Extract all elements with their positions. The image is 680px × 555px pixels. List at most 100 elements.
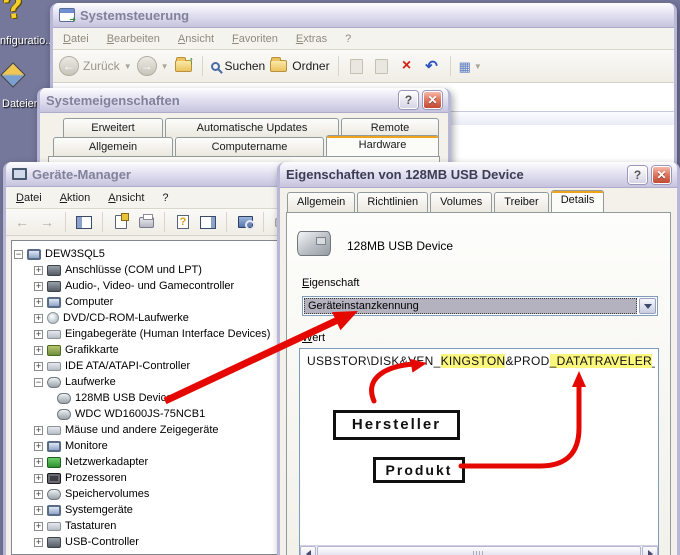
tab-allgemein[interactable]: Allgemein	[53, 137, 173, 156]
control-panel-titlebar[interactable]: Systemsteuerung	[53, 3, 674, 28]
value-box[interactable]: USBSTOR\DISK&VEN_KINGSTON&PROD_DATATRAVE…	[299, 348, 659, 555]
menu-favoriten[interactable]: Favoriten	[232, 33, 278, 45]
update-driver-button[interactable]	[235, 212, 255, 232]
help-question-desktop-icon[interactable]: ?	[0, 0, 26, 28]
printer-icon	[138, 213, 154, 228]
search-button[interactable]: Suchen	[210, 56, 265, 76]
tab-treiber[interactable]: Treiber	[494, 192, 549, 212]
menu-hilfe[interactable]: ?	[162, 192, 168, 204]
menu-hilfe[interactable]: ?	[345, 33, 351, 45]
expand-icon[interactable]: +	[34, 265, 43, 275]
expand-icon[interactable]: +	[34, 505, 43, 515]
expand-icon[interactable]: +	[34, 537, 43, 547]
expand-icon[interactable]: +	[34, 329, 43, 339]
tree-row-usb-device[interactable]: 128MB USB Device	[12, 390, 283, 406]
show-action-pane-button[interactable]	[198, 212, 218, 232]
views-button[interactable]: ▦ ▼	[459, 56, 482, 76]
close-button[interactable]: ✕	[423, 91, 442, 109]
scroll-left-icon[interactable]	[300, 546, 316, 555]
collapse-icon[interactable]: −	[14, 249, 23, 259]
copy-to-button[interactable]	[372, 56, 392, 76]
tree-row[interactable]: + Systemgeräte	[12, 502, 283, 518]
usb-properties-titlebar[interactable]: Eigenschaften von 128MB USB Device ? ✕	[280, 162, 677, 188]
expand-icon[interactable]: +	[34, 473, 43, 483]
usb-controller-icon	[47, 536, 61, 548]
chevron-down-icon[interactable]	[639, 298, 656, 314]
tree-row[interactable]: + Anschlüsse (COM und LPT)	[12, 262, 283, 278]
usb-properties-dialog: Eigenschaften von 128MB USB Device ? ✕ A…	[277, 162, 680, 555]
help-button[interactable]: ?	[173, 212, 193, 232]
expand-icon[interactable]: +	[34, 361, 43, 371]
tab-computername[interactable]: Computername	[175, 137, 324, 156]
tree-row[interactable]: + IDE ATA/ATAPI-Controller	[12, 358, 283, 374]
tree-row[interactable]: − DEW3SQL5	[12, 246, 283, 262]
tree-row[interactable]: + Netzwerkadapter	[12, 454, 283, 470]
tree-row[interactable]: + Eingabegeräte (Human Interface Devices…	[12, 326, 283, 342]
desktop-icon-label[interactable]: nfiguratio...	[0, 35, 56, 47]
expand-icon[interactable]: +	[34, 457, 43, 467]
device-manager-titlebar[interactable]: Geräte-Manager	[6, 162, 288, 187]
forward-button[interactable]: → ▼	[136, 56, 169, 76]
menu-extras[interactable]: Extras	[296, 33, 327, 45]
menu-bearbeiten[interactable]: Bearbeiten	[107, 33, 160, 45]
collapse-icon[interactable]: −	[34, 377, 43, 387]
expand-icon[interactable]: +	[34, 441, 43, 451]
tab-details[interactable]: Details	[550, 190, 605, 212]
print-button[interactable]	[136, 212, 156, 232]
system-properties-titlebar[interactable]: Systemeigenschaften ? ✕	[40, 88, 448, 113]
tree-row[interactable]: + Monitore	[12, 438, 283, 454]
expand-icon[interactable]: +	[34, 313, 43, 323]
menu-ansicht[interactable]: Ansicht	[178, 33, 214, 45]
tree-row[interactable]: + Mäuse und andere Zeigegeräte	[12, 422, 283, 438]
properties-button[interactable]	[111, 212, 131, 232]
help-titlebar-button[interactable]: ?	[628, 165, 647, 184]
tree-row[interactable]: + DVD/CD-ROM-Laufwerke	[12, 310, 283, 326]
files-desktop-icon[interactable]	[0, 62, 26, 88]
move-to-button[interactable]	[347, 56, 367, 76]
tree-row[interactable]: + Prozessoren	[12, 470, 283, 486]
horizontal-scrollbar[interactable]	[300, 545, 658, 555]
expand-icon[interactable]: +	[34, 425, 43, 435]
menu-aktion[interactable]: Aktion	[60, 192, 91, 204]
back-button[interactable]: ←	[12, 212, 32, 232]
tab-richtlinien[interactable]: Richtlinien	[357, 192, 429, 212]
up-button[interactable]: ↑	[174, 55, 194, 76]
copy-to-icon	[375, 58, 389, 74]
back-button[interactable]: ← Zurück ▼	[59, 56, 132, 76]
tree-row[interactable]: + Computer	[12, 294, 283, 310]
back-dropdown-icon[interactable]: ▼	[124, 62, 132, 71]
tree-row[interactable]: + Speichervolumes	[12, 486, 283, 502]
tree-row[interactable]: + Grafikkarte	[12, 342, 283, 358]
menu-datei[interactable]: Datei	[63, 33, 89, 45]
show-console-tree-button[interactable]	[74, 212, 94, 232]
property-combobox[interactable]: Geräteinstanzkennung	[302, 296, 658, 316]
scrollbar-thumb[interactable]	[317, 546, 641, 555]
delete-button[interactable]: ×	[397, 56, 417, 76]
expand-icon[interactable]: +	[34, 345, 43, 355]
tree-row[interactable]: WDC WD1600JS-75NCB1	[12, 406, 283, 422]
control-panel-icon	[59, 8, 76, 24]
menu-ansicht[interactable]: Ansicht	[108, 192, 144, 204]
close-button[interactable]: ✕	[652, 165, 671, 184]
expand-icon[interactable]: +	[34, 489, 43, 499]
tree-row[interactable]: − Laufwerke	[12, 374, 283, 390]
scroll-right-icon[interactable]	[642, 546, 658, 555]
tab-allgemein[interactable]: Allgemein	[287, 192, 356, 212]
manufacturer-annotation: Hersteller	[333, 410, 460, 440]
folders-button[interactable]: Ordner	[270, 56, 330, 76]
tab-hardware[interactable]: Hardware	[326, 135, 439, 156]
tree-row[interactable]: + Tastaturen	[12, 518, 283, 534]
tree-row[interactable]: + USB-Controller	[12, 534, 283, 550]
expand-icon[interactable]: +	[34, 281, 43, 291]
tab-volumes[interactable]: Volumes	[430, 192, 493, 212]
tree-row[interactable]: + Audio-, Video- und Gamecontroller	[12, 278, 283, 294]
undo-button[interactable]: ↶	[422, 56, 442, 76]
menu-datei[interactable]: Datei	[16, 192, 42, 204]
expand-icon[interactable]: +	[34, 521, 43, 531]
tab-automatische-updates[interactable]: Automatische Updates	[165, 118, 339, 137]
expand-icon[interactable]: +	[34, 297, 43, 307]
forward-button[interactable]: →	[37, 212, 57, 232]
help-titlebar-button[interactable]: ?	[399, 91, 418, 109]
forward-dropdown-icon[interactable]: ▼	[161, 62, 169, 71]
tab-erweitert[interactable]: Erweitert	[63, 118, 163, 137]
